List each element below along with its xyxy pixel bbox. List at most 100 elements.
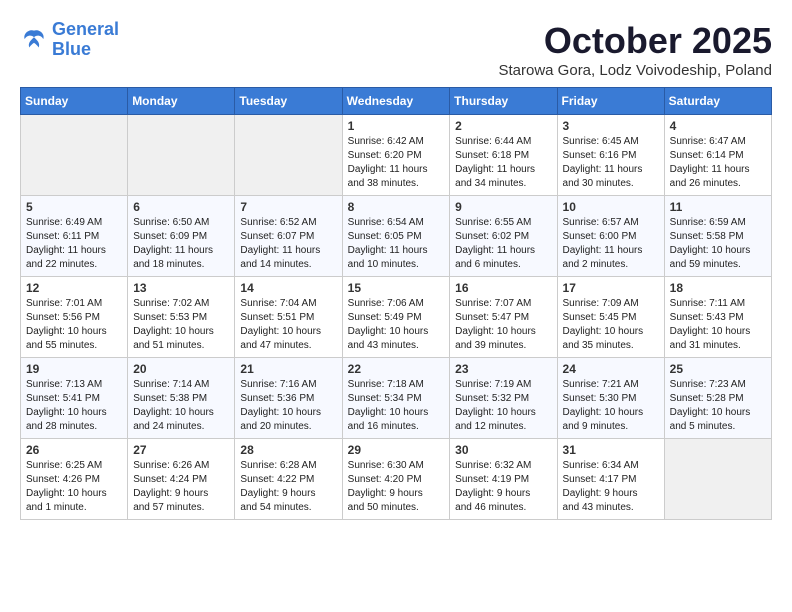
weekday-header-saturday: Saturday [664,88,771,115]
day-info: Sunrise: 6:47 AM Sunset: 6:14 PM Dayligh… [670,135,766,191]
logo-line1: General [52,19,119,39]
calendar-week-2: 5Sunrise: 6:49 AM Sunset: 6:11 PM Daylig… [21,196,772,277]
day-info: Sunrise: 6:49 AM Sunset: 6:11 PM Dayligh… [26,216,122,272]
day-number: 9 [455,200,551,214]
day-number: 23 [455,362,551,376]
day-info: Sunrise: 6:28 AM Sunset: 4:22 PM Dayligh… [240,459,336,515]
calendar-cell: 6Sunrise: 6:50 AM Sunset: 6:09 PM Daylig… [128,196,235,277]
calendar-cell: 18 Sunrise: 7:11 AM Sunset: 5:43 PM Dayli… [664,277,771,358]
day-number: 26 [26,443,122,457]
calendar-header-row: SundayMondayTuesdayWednesdayThursdayFrid… [21,88,772,115]
day-info: Sunrise: 6:54 AM Sunset: 6:05 PM Dayligh… [348,216,445,272]
calendar-cell: 28 Sunrise: 6:28 AM Sunset: 4:22 PM Dayli… [235,439,342,520]
calendar-cell: 30 Sunrise: 6:32 AM Sunset: 4:19 PM Dayli… [450,439,557,520]
calendar-cell: 24Sunrise: 7:21 AM Sunset: 5:30 PM Dayli… [557,358,664,439]
day-info: Sunrise: 7:14 AM Sunset: 5:38 PM Dayligh… [133,378,229,434]
day-number: 14 [240,281,336,295]
day-number: 3 [563,119,659,133]
calendar-cell: 14 Sunrise: 7:04 AM Sunset: 5:51 PM Dayli… [235,277,342,358]
calendar-week-4: 19 Sunrise: 7:13 AM Sunset: 5:41 PM Dayli… [21,358,772,439]
day-info: Sunrise: 6:25 AM Sunset: 4:26 PM Dayligh… [26,459,122,515]
day-info: Sunrise: 7:16 AM Sunset: 5:36 PM Dayligh… [240,378,336,434]
calendar-cell: 22 Sunrise: 7:18 AM Sunset: 5:34 PM Dayli… [342,358,450,439]
calendar-cell: 16 Sunrise: 7:07 AM Sunset: 5:47 PM Dayli… [450,277,557,358]
month-title: October 2025 [498,20,772,62]
calendar-cell [128,115,235,196]
calendar-cell: 4 Sunrise: 6:47 AM Sunset: 6:14 PM Daylig… [664,115,771,196]
day-number: 30 [455,443,551,457]
day-number: 7 [240,200,336,214]
calendar-cell: 12 Sunrise: 7:01 AM Sunset: 5:56 PM Dayli… [21,277,128,358]
calendar-cell: 20Sunrise: 7:14 AM Sunset: 5:38 PM Dayli… [128,358,235,439]
day-number: 16 [455,281,551,295]
day-info: Sunrise: 7:23 AM Sunset: 5:28 PM Dayligh… [670,378,766,434]
calendar-cell: 5Sunrise: 6:49 AM Sunset: 6:11 PM Daylig… [21,196,128,277]
calendar-cell: 21 Sunrise: 7:16 AM Sunset: 5:36 PM Dayli… [235,358,342,439]
day-info: Sunrise: 6:44 AM Sunset: 6:18 PM Dayligh… [455,135,551,191]
calendar-cell: 9 Sunrise: 6:55 AM Sunset: 6:02 PM Daylig… [450,196,557,277]
day-number: 18 [670,281,766,295]
weekday-header-monday: Monday [128,88,235,115]
day-number: 2 [455,119,551,133]
day-info: Sunrise: 7:07 AM Sunset: 5:47 PM Dayligh… [455,297,551,353]
calendar-cell: 3 Sunrise: 6:45 AM Sunset: 6:16 PM Daylig… [557,115,664,196]
day-number: 4 [670,119,766,133]
calendar-cell: 17Sunrise: 7:09 AM Sunset: 5:45 PM Dayli… [557,277,664,358]
day-info: Sunrise: 6:57 AM Sunset: 6:00 PM Dayligh… [563,216,659,272]
day-number: 29 [348,443,445,457]
calendar-week-1: 1Sunrise: 6:42 AM Sunset: 6:20 PM Daylig… [21,115,772,196]
day-number: 28 [240,443,336,457]
day-info: Sunrise: 7:04 AM Sunset: 5:51 PM Dayligh… [240,297,336,353]
day-number: 13 [133,281,229,295]
day-info: Sunrise: 7:13 AM Sunset: 5:41 PM Dayligh… [26,378,122,434]
day-number: 11 [670,200,766,214]
day-info: Sunrise: 7:02 AM Sunset: 5:53 PM Dayligh… [133,297,229,353]
day-number: 12 [26,281,122,295]
day-info: Sunrise: 6:59 AM Sunset: 5:58 PM Dayligh… [670,216,766,272]
calendar-cell [664,439,771,520]
calendar-cell: 1Sunrise: 6:42 AM Sunset: 6:20 PM Daylig… [342,115,450,196]
day-info: Sunrise: 7:06 AM Sunset: 5:49 PM Dayligh… [348,297,445,353]
day-number: 19 [26,362,122,376]
calendar-cell: 19 Sunrise: 7:13 AM Sunset: 5:41 PM Dayli… [21,358,128,439]
day-info: Sunrise: 6:42 AM Sunset: 6:20 PM Dayligh… [348,135,445,191]
calendar-cell: 13 Sunrise: 7:02 AM Sunset: 5:53 PM Dayli… [128,277,235,358]
logo-icon [20,26,48,54]
day-info: Sunrise: 6:34 AM Sunset: 4:17 PM Dayligh… [563,459,659,515]
title-block: October 2025 Starowa Gora, Lodz Voivodes… [498,20,772,79]
day-info: Sunrise: 7:11 AM Sunset: 5:43 PM Dayligh… [670,297,766,353]
calendar-cell: 25 Sunrise: 7:23 AM Sunset: 5:28 PM Dayli… [664,358,771,439]
day-info: Sunrise: 6:32 AM Sunset: 4:19 PM Dayligh… [455,459,551,515]
logo: General Blue [20,20,119,60]
day-info: Sunrise: 6:26 AM Sunset: 4:24 PM Dayligh… [133,459,229,515]
day-info: Sunrise: 7:01 AM Sunset: 5:56 PM Dayligh… [26,297,122,353]
weekday-header-wednesday: Wednesday [342,88,450,115]
weekday-header-tuesday: Tuesday [235,88,342,115]
day-info: Sunrise: 6:55 AM Sunset: 6:02 PM Dayligh… [455,216,551,272]
weekday-header-friday: Friday [557,88,664,115]
calendar-table: SundayMondayTuesdayWednesdayThursdayFrid… [20,87,772,520]
calendar-week-3: 12 Sunrise: 7:01 AM Sunset: 5:56 PM Dayli… [21,277,772,358]
day-number: 21 [240,362,336,376]
day-info: Sunrise: 6:52 AM Sunset: 6:07 PM Dayligh… [240,216,336,272]
calendar-cell: 27Sunrise: 6:26 AM Sunset: 4:24 PM Dayli… [128,439,235,520]
logo-line2: Blue [52,39,91,59]
day-number: 6 [133,200,229,214]
page-header: General Blue October 2025 Starowa Gora, … [20,20,772,79]
calendar-cell: 7 Sunrise: 6:52 AM Sunset: 6:07 PM Daylig… [235,196,342,277]
calendar-cell: 8Sunrise: 6:54 AM Sunset: 6:05 PM Daylig… [342,196,450,277]
calendar-cell: 10Sunrise: 6:57 AM Sunset: 6:00 PM Dayli… [557,196,664,277]
day-number: 17 [563,281,659,295]
day-number: 25 [670,362,766,376]
day-number: 15 [348,281,445,295]
day-info: Sunrise: 7:18 AM Sunset: 5:34 PM Dayligh… [348,378,445,434]
day-info: Sunrise: 6:45 AM Sunset: 6:16 PM Dayligh… [563,135,659,191]
day-info: Sunrise: 6:30 AM Sunset: 4:20 PM Dayligh… [348,459,445,515]
weekday-header-sunday: Sunday [21,88,128,115]
calendar-cell [235,115,342,196]
calendar-cell [21,115,128,196]
location-subtitle: Starowa Gora, Lodz Voivodeship, Poland [498,62,772,79]
logo-text: General Blue [52,20,119,60]
day-number: 22 [348,362,445,376]
calendar-cell: 26 Sunrise: 6:25 AM Sunset: 4:26 PM Dayli… [21,439,128,520]
